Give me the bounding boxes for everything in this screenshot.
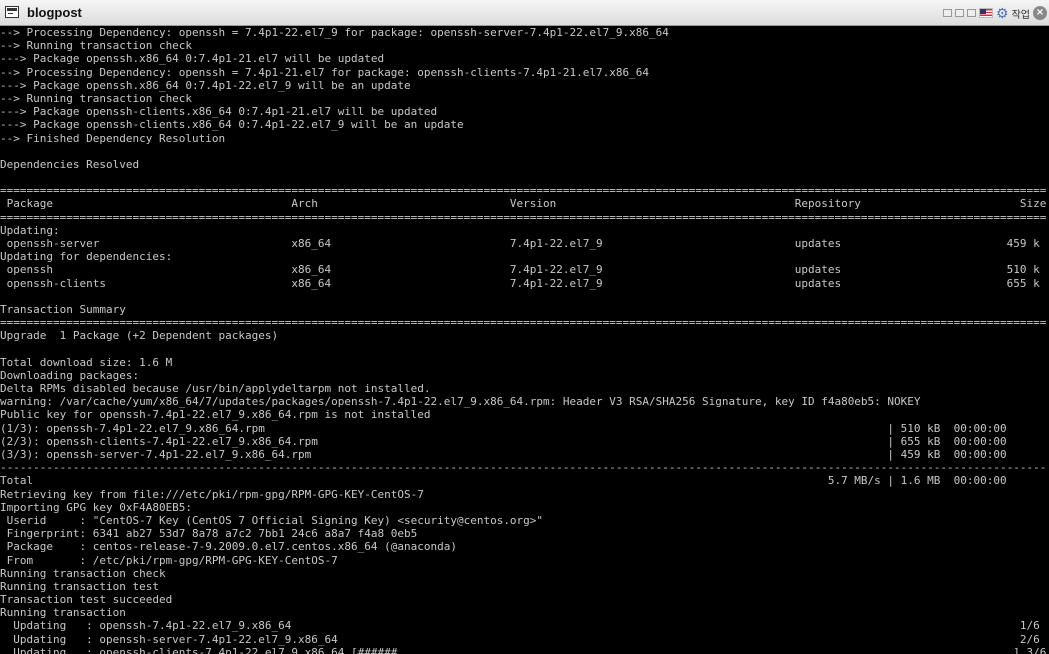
terminal-line: openssh-server x86_64 7.4p1-22.el7_9 upd… xyxy=(0,237,1040,250)
terminal-line: Fingerprint: 6341 ab27 53d7 8a78 a7c2 7b… xyxy=(0,527,418,541)
terminal-line: (3/3): openssh-server-7.4p1-22.el7_9.x86… xyxy=(0,448,1007,461)
terminal-line: From : /etc/pki/rpm-gpg/RPM-GPG-KEY-Cent… xyxy=(0,553,338,567)
close-icon[interactable]: × xyxy=(1033,6,1047,20)
terminal-line: ========================================… xyxy=(0,210,1047,224)
terminal-line: warning: /var/cache/yum/x86_64/7/updates… xyxy=(0,395,921,409)
terminal-line: Userid : "CentOS-7 Key (CentOS 7 Officia… xyxy=(0,513,544,527)
window-title: blogpost xyxy=(27,5,82,20)
terminal-line: --> Processing Dependency: openssh = 7.4… xyxy=(0,26,669,39)
terminal-line: ---> Package openssh-clients.x86_64 0:7.… xyxy=(0,105,438,119)
terminal-line: Updating : openssh-server-7.4p1-22.el7_9… xyxy=(0,632,1040,646)
terminal-line: Transaction Summary xyxy=(0,302,126,316)
terminal-line: openssh-clients x86_64 7.4p1-22.el7_9 up… xyxy=(0,276,1040,290)
terminal-line: (2/3): openssh-clients-7.4p1-22.el7_9.x8… xyxy=(0,434,1007,448)
terminal-line: Updating : openssh-clients-7.4p1-22.el7_… xyxy=(0,645,1047,654)
terminal-line: (1/3): openssh-7.4p1-22.el7_9.x86_64.rpm… xyxy=(0,421,1007,435)
terminal-line: --> Processing Dependency: openssh = 7.4… xyxy=(0,65,650,79)
terminal-line: ---> Package openssh.x86_64 0:7.4p1-21.e… xyxy=(0,52,385,66)
terminal-line: Running transaction check xyxy=(0,566,166,580)
terminal-line: Running transaction test xyxy=(0,579,159,593)
terminal-line: Dependencies Resolved xyxy=(0,157,140,171)
terminal-line: --> Finished Dependency Resolution xyxy=(0,131,226,145)
terminal-line: Downloading packages: xyxy=(0,368,140,382)
us-flag-icon[interactable] xyxy=(979,8,994,18)
terminal-line: --> Running transaction check xyxy=(0,91,193,105)
terminal-line: Delta RPMs disabled because /usr/bin/app… xyxy=(0,382,431,396)
terminal-line: Running transaction xyxy=(0,606,126,620)
terminal-line: Transaction test succeeded xyxy=(0,593,173,607)
terminal-line: ---> Package openssh-clients.x86_64 0:7.… xyxy=(0,118,464,132)
terminal-line: Total download size: 1.6 M xyxy=(0,355,173,369)
terminal-line: Updating : openssh-7.4p1-22.el7_9.x86_64… xyxy=(0,619,1040,633)
terminal-line: Package Arch Version Repository Size xyxy=(0,197,1047,211)
terminal-line: ----------------------------------------… xyxy=(0,461,1047,475)
restore-icon[interactable] xyxy=(955,9,965,17)
terminal-line: Importing GPG key 0xF4A80EB5: xyxy=(0,500,193,514)
terminal-line: ========================================… xyxy=(0,316,1047,330)
minimize-icon[interactable] xyxy=(943,9,953,17)
terminal-line: Upgrade 1 Package (+2 Dependent packages… xyxy=(0,329,279,343)
terminal-line: Retrieving key from file:///etc/pki/rpm-… xyxy=(0,487,424,501)
terminal-line: openssh x86_64 7.4p1-22.el7_9 updates 51… xyxy=(0,263,1040,277)
gear-icon[interactable]: ⚙ xyxy=(996,6,1009,20)
terminal-line: --> Running transaction check xyxy=(0,39,193,53)
terminal-line: Updating for dependencies: xyxy=(0,250,173,264)
window-controls: ⚙ 작업 × xyxy=(943,4,1047,22)
terminal-line: ---> Package openssh.x86_64 0:7.4p1-22.e… xyxy=(0,78,411,92)
terminal-line: Public key for openssh-7.4p1-22.el7_9.x8… xyxy=(0,408,431,422)
window-titlebar[interactable]: blogpost ⚙ 작업 × xyxy=(0,0,1049,26)
terminal-line: ========================================… xyxy=(0,184,1047,198)
terminal-line: Total 5.7 MB/s | 1.6 MB 00:00:00 xyxy=(0,474,1007,488)
task-label[interactable]: 작업 xyxy=(1012,6,1030,21)
maximize-icon[interactable] xyxy=(967,9,977,17)
terminal-output[interactable]: --> Processing Dependency: openssh = 7.4… xyxy=(0,26,1049,654)
terminal-line: Updating: xyxy=(0,223,60,237)
terminal-app-icon xyxy=(5,6,19,18)
terminal-line: Package : centos-release-7-9.2009.0.el7.… xyxy=(0,540,457,554)
